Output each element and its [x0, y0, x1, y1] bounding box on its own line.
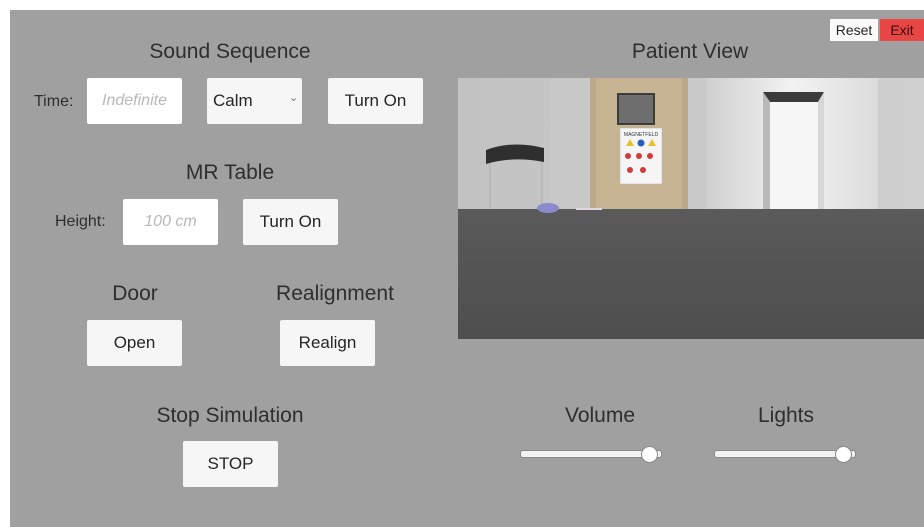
patient-view-title: Patient View: [631, 40, 749, 63]
trash-bin: [489, 157, 543, 211]
corridor-wall-left: [763, 92, 770, 209]
volume-slider-thumb[interactable]: [640, 446, 658, 463]
room-floor: [458, 209, 924, 339]
lights-slider[interactable]: [714, 446, 859, 463]
volume-label: Volume: [564, 404, 636, 427]
door-window: [617, 93, 655, 125]
magnetfeld-sign: MAGNETFELD: [619, 127, 663, 185]
corridor-back: [770, 102, 818, 209]
sign-text: MAGNETFELD: [624, 132, 659, 138]
realignment-title: Realignment: [276, 282, 394, 305]
height-input[interactable]: 100 cm: [123, 199, 218, 245]
sound-turn-on-button[interactable]: Turn On: [328, 78, 423, 124]
exit-button[interactable]: Exit: [880, 19, 924, 41]
door-title: Door: [112, 282, 158, 305]
chevron-down-icon: ⌄: [289, 92, 299, 104]
sound-sequence-title: Sound Sequence: [149, 40, 311, 63]
corridor-ceiling: [763, 92, 824, 102]
reset-button[interactable]: Reset: [830, 19, 878, 41]
wall-panel: [550, 78, 590, 209]
sound-mode-value: Calm: [213, 91, 253, 110]
volume-slider[interactable]: [520, 446, 665, 463]
mr-table-title: MR Table: [185, 161, 275, 184]
sound-mode-dropdown[interactable]: Calm ⌄: [207, 78, 302, 124]
time-input[interactable]: Indefinite: [87, 78, 182, 124]
patient-view-camera: MAGNETFELD: [458, 78, 924, 339]
lights-slider-thumb[interactable]: [834, 446, 852, 463]
blue-object: [537, 203, 559, 213]
realign-button[interactable]: Realign: [280, 320, 375, 366]
time-label: Time:: [34, 93, 74, 110]
simulation-control-panel: Reset Exit Sound Sequence Time: Indefini…: [10, 10, 924, 527]
stop-simulation-title: Stop Simulation: [156, 404, 304, 427]
table-turn-on-button[interactable]: Turn On: [243, 199, 338, 245]
corridor-wall-right: [818, 92, 824, 209]
floor-marker: [576, 208, 602, 210]
height-label: Height:: [55, 213, 106, 230]
lights-label: Lights: [757, 404, 815, 427]
open-door-button[interactable]: Open: [87, 320, 182, 366]
stop-button[interactable]: STOP: [183, 441, 278, 487]
